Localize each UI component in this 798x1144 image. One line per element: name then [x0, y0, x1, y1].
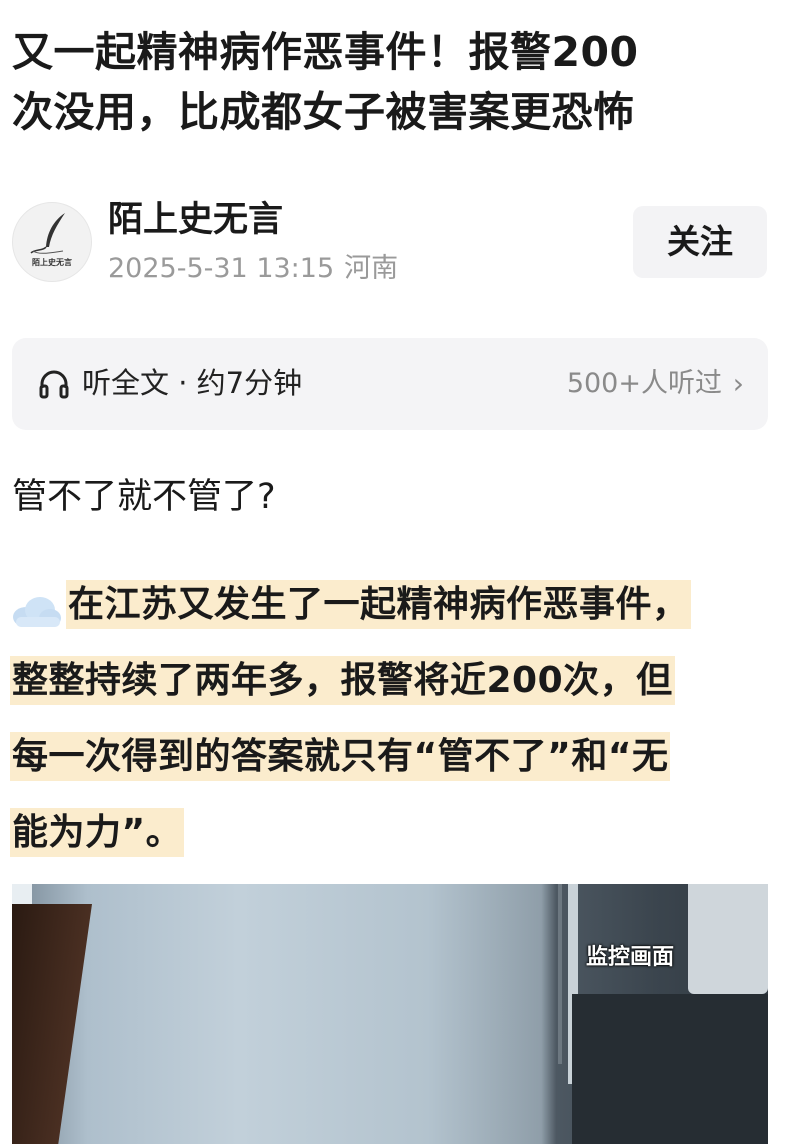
- paragraph-line: 每一次得到的答案就只有“管不了”和“无: [10, 728, 780, 804]
- cloud-icon: [13, 596, 61, 627]
- body-question: 管不了就不管了?: [12, 477, 276, 517]
- avatar-label: 陌上史无言: [32, 258, 72, 267]
- highlight-text: 能为力”。: [10, 808, 185, 857]
- paragraph-line: 能为力”。: [10, 804, 780, 880]
- author-row: 陌上史无言 陌上史无言 2025-5-31 13:15 河南 关注: [12, 198, 772, 290]
- video-door: [12, 904, 92, 1144]
- follow-button[interactable]: 关注: [633, 206, 767, 278]
- listen-label: 听全文 · 约7分钟: [82, 366, 303, 400]
- post-meta: 2025-5-31 13:15 河南: [108, 252, 408, 286]
- listen-count: 500+人听过: [566, 368, 722, 399]
- video-floor: [572, 994, 768, 1144]
- article-title: 又一起精神病作恶事件！报警200 次没用，比成都女子被害案更恐怖: [12, 22, 782, 142]
- video-pipe: [558, 884, 562, 1064]
- highlighted-paragraph: 在江苏又发生了一起精神病作恶事件， 整整持续了两年多，报警将近200次，但 每一…: [10, 576, 780, 880]
- post-location: 河南: [344, 253, 399, 284]
- video-cabinet: [688, 884, 768, 994]
- post-date: 2025-5-31 13:15: [108, 253, 335, 284]
- headphones-icon: [39, 370, 69, 399]
- paragraph-line: 整整持续了两年多，报警将近200次，但: [10, 652, 780, 728]
- quill-icon: [30, 213, 65, 254]
- author-name[interactable]: 陌上史无言: [108, 198, 283, 242]
- highlight-text: 整整持续了两年多，报警将近200次，但: [10, 656, 675, 705]
- avatar[interactable]: 陌上史无言: [12, 202, 92, 282]
- chevron-right-icon: ›: [732, 367, 744, 400]
- video-caption: 监控画面: [586, 945, 675, 970]
- article-title-line: 次没用，比成都女子被害案更恐怖: [12, 88, 635, 136]
- article-title-line: 又一起精神病作恶事件！报警200: [12, 28, 639, 76]
- video-player[interactable]: 监控画面: [12, 884, 768, 1144]
- highlight-text: 每一次得到的答案就只有“管不了”和“无: [10, 732, 671, 781]
- paragraph-line: 在江苏又发生了一起精神病作恶事件，: [10, 576, 780, 652]
- listen-bar[interactable]: 听全文 · 约7分钟 500+人听过 ›: [12, 338, 768, 430]
- highlight-text: 在江苏又发生了一起精神病作恶事件，: [66, 580, 691, 629]
